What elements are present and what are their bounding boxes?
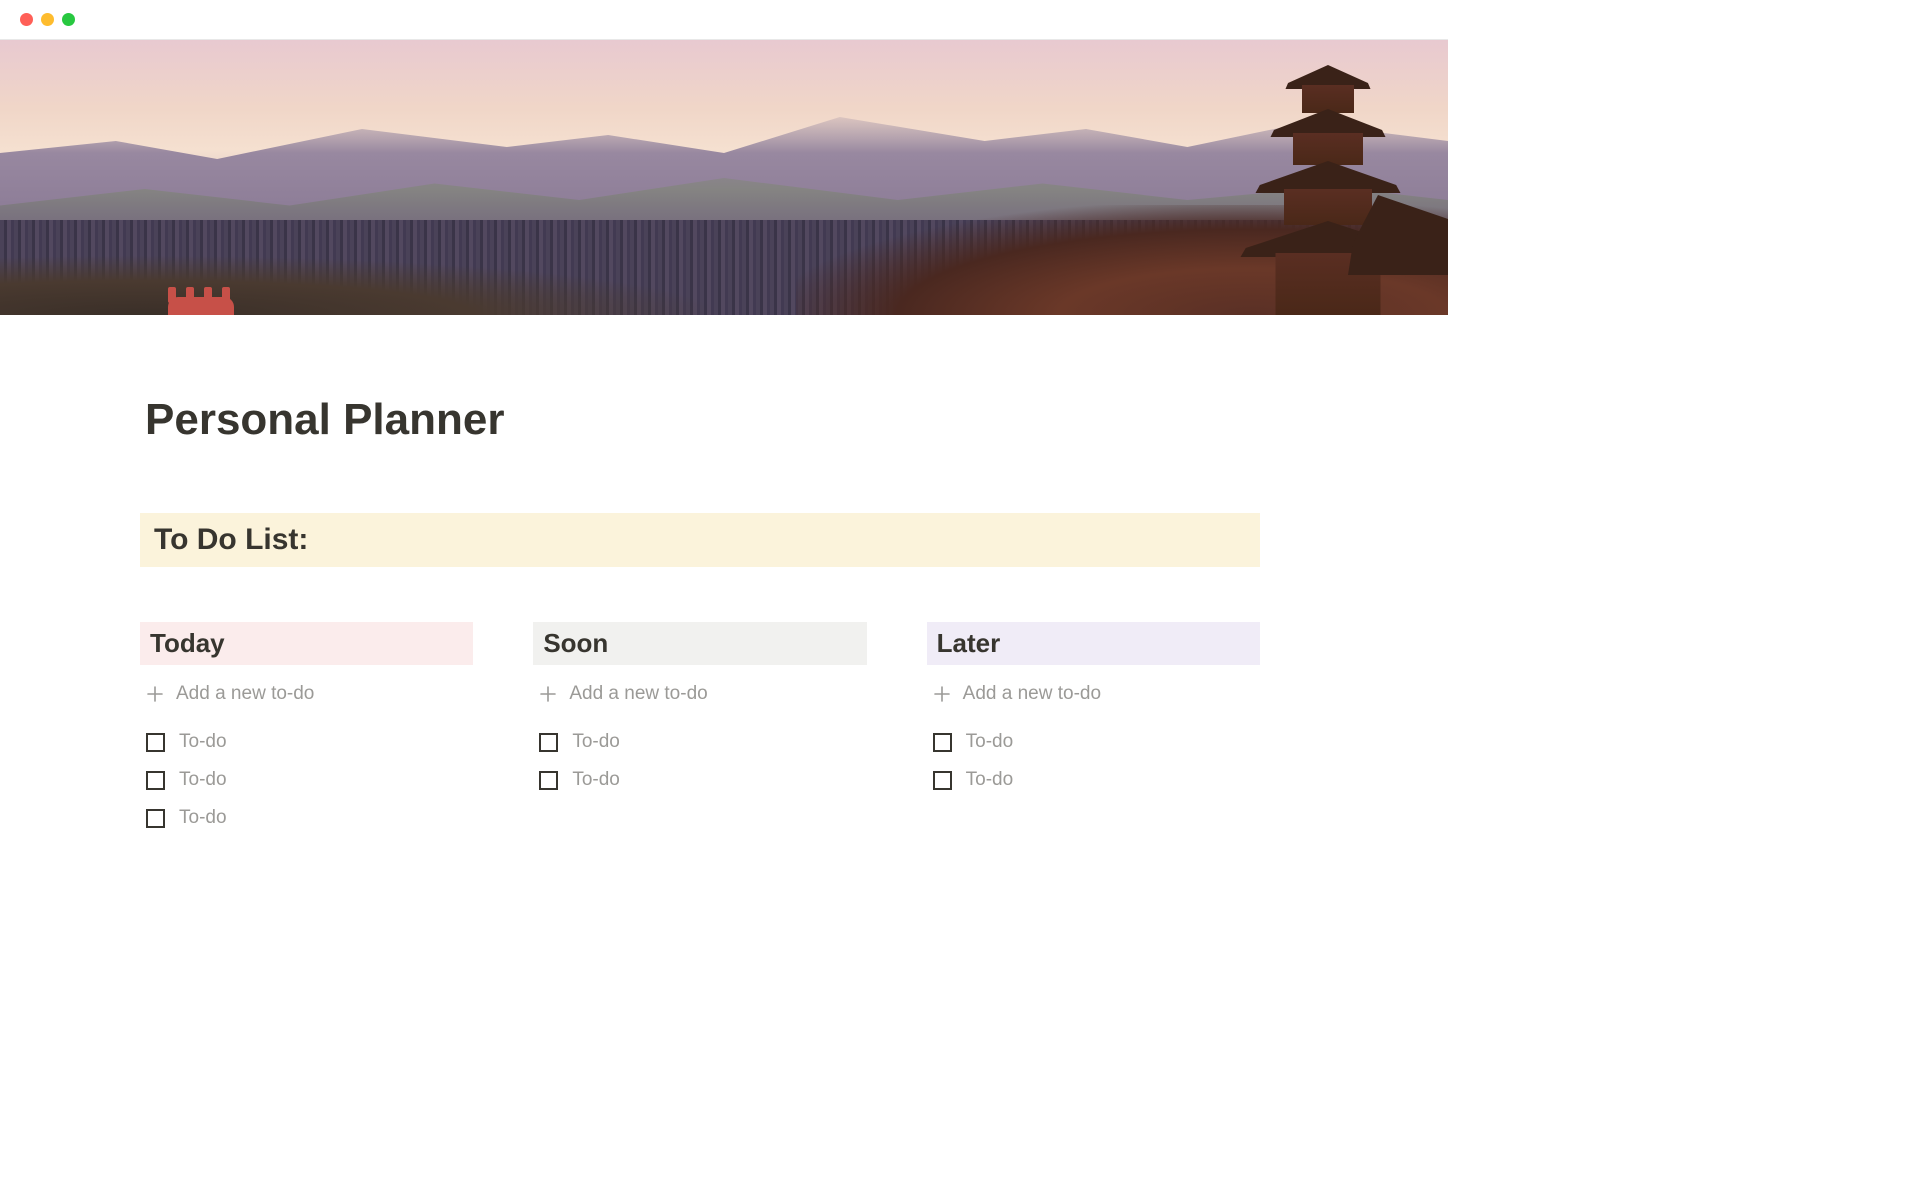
cover-pagoda	[1238, 65, 1418, 315]
column-heading-later[interactable]: Later	[927, 622, 1260, 665]
todo-text: To-do	[179, 731, 227, 753]
todo-item[interactable]: To-do	[533, 761, 866, 799]
todo-text: To-do	[966, 769, 1014, 791]
add-todo-label: Add a new to-do	[963, 683, 1101, 705]
calendar-icon	[162, 279, 240, 315]
checkbox[interactable]	[933, 771, 952, 790]
cover-foliage-left	[0, 255, 724, 315]
checkbox[interactable]	[146, 733, 165, 752]
window-chrome	[0, 0, 1448, 40]
todo-item[interactable]: To-do	[927, 761, 1260, 799]
todo-item[interactable]: To-do	[140, 761, 473, 799]
add-todo-label: Add a new to-do	[569, 683, 707, 705]
add-todo-soon[interactable]: Add a new to-do	[533, 677, 866, 711]
todo-text: To-do	[179, 807, 227, 829]
todo-item[interactable]: To-do	[927, 723, 1260, 761]
window-minimize-button[interactable]	[41, 13, 54, 26]
checkbox[interactable]	[539, 733, 558, 752]
todo-item[interactable]: To-do	[140, 723, 473, 761]
column-later: Later Add a new to-do To-do To-do	[927, 622, 1260, 837]
page-icon[interactable]	[162, 279, 240, 315]
todo-text: To-do	[966, 731, 1014, 753]
window-close-button[interactable]	[20, 13, 33, 26]
todo-text: To-do	[572, 731, 620, 753]
checkbox[interactable]	[146, 809, 165, 828]
plus-icon	[146, 685, 164, 703]
page-content: Personal Planner To Do List: Today Add a…	[140, 315, 1260, 877]
add-todo-label: Add a new to-do	[176, 683, 314, 705]
add-todo-later[interactable]: Add a new to-do	[927, 677, 1260, 711]
todo-columns: Today Add a new to-do To-do To-do To-do	[140, 622, 1260, 837]
column-heading-today[interactable]: Today	[140, 622, 473, 665]
todo-item[interactable]: To-do	[140, 799, 473, 837]
cover-image[interactable]	[0, 40, 1448, 315]
column-today: Today Add a new to-do To-do To-do To-do	[140, 622, 473, 837]
todo-item[interactable]: To-do	[533, 723, 866, 761]
section-heading-todo[interactable]: To Do List:	[140, 513, 1260, 567]
column-soon: Soon Add a new to-do To-do To-do	[533, 622, 866, 837]
checkbox[interactable]	[146, 771, 165, 790]
checkbox[interactable]	[933, 733, 952, 752]
page-title[interactable]: Personal Planner	[140, 395, 1260, 445]
window-maximize-button[interactable]	[62, 13, 75, 26]
plus-icon	[539, 685, 557, 703]
add-todo-today[interactable]: Add a new to-do	[140, 677, 473, 711]
plus-icon	[933, 685, 951, 703]
todo-text: To-do	[179, 769, 227, 791]
column-heading-soon[interactable]: Soon	[533, 622, 866, 665]
todo-text: To-do	[572, 769, 620, 791]
checkbox[interactable]	[539, 771, 558, 790]
